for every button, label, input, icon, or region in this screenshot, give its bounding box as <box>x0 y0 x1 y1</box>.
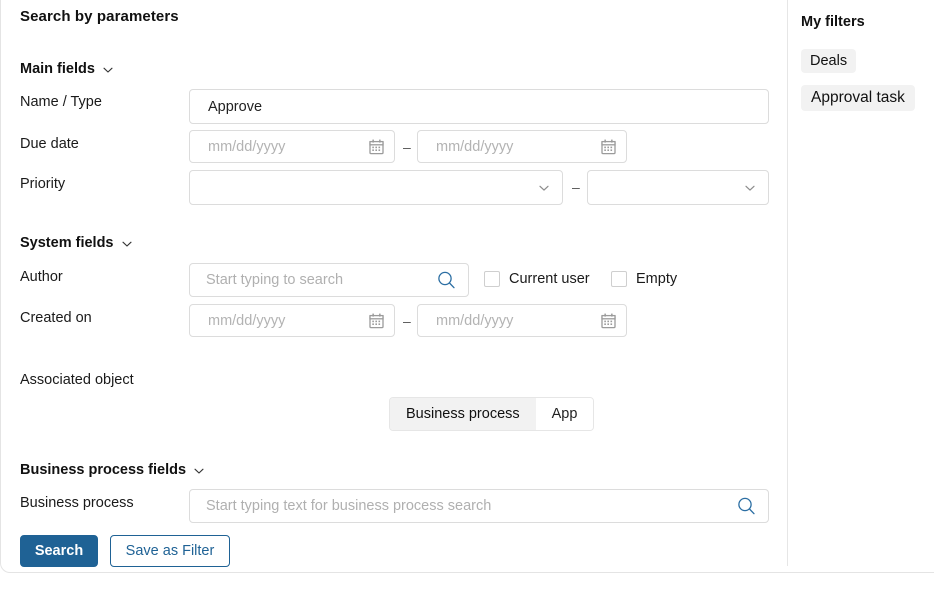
priority-from-select[interactable] <box>189 170 563 205</box>
my-filters-sidebar: My filters Deals Approval task <box>788 0 935 590</box>
created-on-to-placeholder: mm/dd/yyyy <box>436 312 514 329</box>
author-search-input[interactable]: Start typing to search <box>189 263 469 297</box>
segment-business-process[interactable]: Business process <box>390 398 536 430</box>
checkbox-box-current-user[interactable] <box>484 271 500 287</box>
chevron-down-icon[interactable] <box>744 182 756 194</box>
calendar-icon[interactable] <box>369 139 384 155</box>
due-date-to-input[interactable]: mm/dd/yyyy <box>417 130 627 163</box>
chevron-down-icon <box>102 64 114 76</box>
author-placeholder: Start typing to search <box>206 272 344 288</box>
due-date-separator: – <box>403 139 411 155</box>
save-as-filter-button[interactable]: Save as Filter <box>110 535 230 567</box>
sidebar-title: My filters <box>801 14 865 30</box>
search-by-parameters-panel: Search by parameters Main fields Name / … <box>0 0 935 590</box>
chevron-down-icon <box>121 238 133 250</box>
search-button[interactable]: Search <box>20 535 98 567</box>
label-name-type: Name / Type <box>20 94 102 110</box>
calendar-icon[interactable] <box>601 313 616 329</box>
business-process-search-input[interactable]: Start typing text for business process s… <box>189 489 769 523</box>
section-header-main-fields[interactable]: Main fields <box>20 61 114 77</box>
created-on-from-placeholder: mm/dd/yyyy <box>208 312 286 329</box>
segment-app[interactable]: App <box>535 398 594 430</box>
created-on-to-input[interactable]: mm/dd/yyyy <box>417 304 627 337</box>
section-header-business-process-fields[interactable]: Business process fields <box>20 462 205 478</box>
label-due-date: Due date <box>20 136 79 152</box>
created-on-separator: – <box>403 313 411 329</box>
label-associated-object: Associated object <box>20 372 134 388</box>
page-title: Search by parameters <box>20 8 179 25</box>
due-date-from-placeholder: mm/dd/yyyy <box>208 138 286 155</box>
label-created-on: Created on <box>20 310 92 326</box>
name-type-value: Approve <box>208 98 263 115</box>
checkbox-label-empty: Empty <box>636 271 678 287</box>
label-business-process: Business process <box>20 495 134 511</box>
section-header-system-fields[interactable]: System fields <box>20 235 133 251</box>
search-icon[interactable] <box>437 271 456 290</box>
search-icon[interactable] <box>737 497 756 516</box>
calendar-icon[interactable] <box>601 139 616 155</box>
priority-to-select[interactable] <box>587 170 769 205</box>
calendar-icon[interactable] <box>369 313 384 329</box>
section-label-system-fields: System fields <box>20 235 114 251</box>
checkbox-empty[interactable]: Empty <box>611 271 677 287</box>
section-label-business-process-fields: Business process fields <box>20 462 187 478</box>
business-process-placeholder: Start typing text for business process s… <box>206 498 492 514</box>
associated-object-segmented-control[interactable]: Business process App <box>389 397 595 431</box>
created-on-from-input[interactable]: mm/dd/yyyy <box>189 304 395 337</box>
due-date-to-placeholder: mm/dd/yyyy <box>436 138 514 155</box>
label-priority: Priority <box>20 176 66 192</box>
due-date-from-input[interactable]: mm/dd/yyyy <box>189 130 395 163</box>
section-label-main-fields: Main fields <box>20 61 95 77</box>
chevron-down-icon <box>193 465 205 477</box>
name-type-input[interactable]: Approve <box>189 89 769 124</box>
checkbox-box-empty[interactable] <box>611 271 627 287</box>
search-form: Search by parameters Main fields Name / … <box>0 0 787 590</box>
priority-separator: – <box>572 179 580 195</box>
chevron-down-icon[interactable] <box>538 182 550 194</box>
checkbox-current-user[interactable]: Current user <box>484 271 590 287</box>
label-author: Author <box>20 269 63 285</box>
checkbox-label-current-user: Current user <box>509 271 590 287</box>
filter-chip-approval-task[interactable]: Approval task <box>801 85 915 111</box>
filter-chip-deals[interactable]: Deals <box>801 49 857 73</box>
